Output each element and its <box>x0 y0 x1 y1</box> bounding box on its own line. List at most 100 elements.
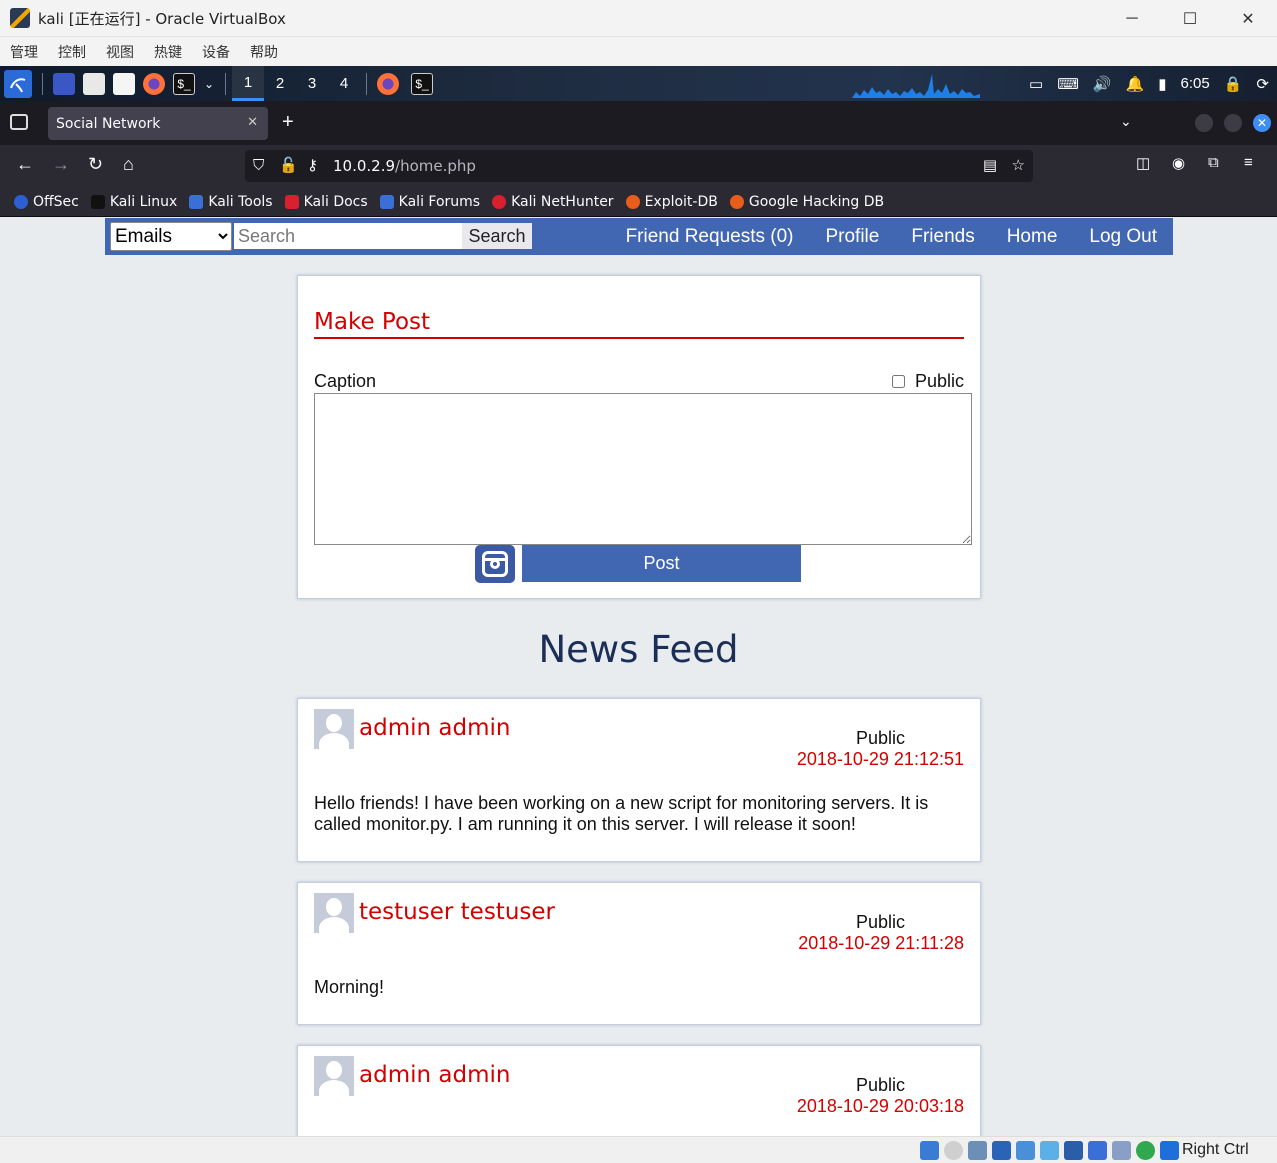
lock-screen-icon[interactable]: 🔒 <box>1224 75 1243 93</box>
pocket-icon[interactable]: ◫ <box>1136 154 1150 172</box>
reader-view-icon[interactable]: ▤ <box>983 156 997 174</box>
search-type-select[interactable]: Emails <box>110 222 232 251</box>
menu-control[interactable]: 控制 <box>58 42 86 62</box>
avatar[interactable] <box>314 709 354 749</box>
network-icon[interactable] <box>992 1141 1011 1160</box>
url-bar[interactable]: ⛉ 🔓 ⚷ 10.0.2.9 /home.php ▤ ☆ <box>245 150 1033 182</box>
bookmark-kali-forums[interactable]: Kali Forums <box>379 193 481 210</box>
list-all-tabs-icon[interactable] <box>10 114 28 130</box>
audio-icon[interactable] <box>968 1141 987 1160</box>
workspace-3[interactable]: 3 <box>296 66 328 101</box>
terminal-window-icon[interactable]: $_ <box>411 72 433 95</box>
search-input[interactable] <box>234 223 462 249</box>
bookmark-star-icon[interactable]: ☆ <box>1012 156 1025 174</box>
minimize-button[interactable]: ─ <box>1103 0 1161 37</box>
workspace-4[interactable]: 4 <box>328 66 360 101</box>
post-privacy: Public <box>856 1075 906 1095</box>
workspace-2[interactable]: 2 <box>264 66 296 101</box>
back-icon[interactable]: ← <box>16 154 34 175</box>
hamburger-menu-icon[interactable]: ≡ <box>1244 154 1253 171</box>
post-author[interactable]: admin admin <box>359 715 510 741</box>
post-author[interactable]: testuser testuser <box>359 899 555 925</box>
bookmark-label: OffSec <box>33 193 79 210</box>
browser-minimize-button[interactable] <box>1195 114 1213 132</box>
chevron-down-icon[interactable]: ⌄ <box>203 73 215 95</box>
optical-drive-icon[interactable] <box>944 1141 963 1160</box>
menu-devices[interactable]: 设备 <box>202 42 230 62</box>
bookmark-kali-docs[interactable]: Kali Docs <box>284 194 368 210</box>
new-tab-button[interactable]: + <box>282 111 294 134</box>
public-option[interactable]: Public <box>891 371 964 392</box>
menu-hotkeys[interactable]: 热键 <box>154 42 182 62</box>
tab-close-icon[interactable]: ✕ <box>247 115 258 130</box>
display-icon[interactable]: ▭ <box>1029 75 1043 93</box>
nav-friend-requests[interactable]: Friend Requests (0) <box>626 226 794 248</box>
caption-textarea[interactable] <box>314 393 972 545</box>
extensions-icon[interactable]: ⧉ <box>1208 154 1219 171</box>
terminal-launcher-icon[interactable]: $_ <box>173 72 195 95</box>
maximize-button[interactable]: ☐ <box>1161 0 1219 37</box>
search-button[interactable]: Search <box>462 223 532 249</box>
firefox-launcher-icon[interactable] <box>143 72 165 95</box>
forward-icon[interactable]: → <box>52 154 70 175</box>
menu-manage[interactable]: 管理 <box>10 42 38 62</box>
bookmark-kali-linux[interactable]: Kali Linux <box>90 193 178 210</box>
browser-tab-strip: Social Network ✕ + ⌄ ✕ <box>0 101 1277 145</box>
make-post-card: Make Post Caption Public Post <box>297 275 981 599</box>
kali-menu-icon[interactable] <box>4 69 32 98</box>
nav-log-out[interactable]: Log Out <box>1089 226 1157 248</box>
bookmark-kali-tools[interactable]: Kali Tools <box>189 194 273 210</box>
volume-icon[interactable]: 🔊 <box>1093 75 1112 93</box>
keyboard-icon[interactable]: ⌨ <box>1057 75 1079 93</box>
nav-friends[interactable]: Friends <box>911 226 974 248</box>
menu-help[interactable]: 帮助 <box>250 42 278 62</box>
clock[interactable]: 6:05 <box>1181 75 1210 92</box>
host-key-label[interactable]: Right Ctrl <box>1182 1141 1249 1159</box>
panel-separator <box>42 72 43 95</box>
power-icon[interactable]: ⟳ <box>1256 75 1269 93</box>
workspace-1[interactable]: 1 <box>232 66 264 101</box>
tab-overflow-chevron-icon[interactable]: ⌄ <box>1120 113 1132 130</box>
bookmark-exploit-db[interactable]: Exploit-DB <box>625 194 718 210</box>
mouse-integration-icon[interactable] <box>1160 1141 1179 1160</box>
bookmark-label: Kali NetHunter <box>511 193 614 210</box>
firefox-window-icon[interactable] <box>377 72 399 95</box>
text-editor-icon[interactable] <box>113 72 135 95</box>
tab-social-network[interactable]: Social Network ✕ <box>48 107 268 140</box>
close-button[interactable]: ✕ <box>1219 0 1277 37</box>
display-icon[interactable] <box>1064 1141 1083 1160</box>
video-capture-icon[interactable] <box>1088 1141 1107 1160</box>
bookmark-label: Kali Forums <box>398 193 481 210</box>
menu-view[interactable]: 视图 <box>106 42 134 62</box>
usb-icon[interactable] <box>1016 1141 1035 1160</box>
public-checkbox[interactable] <box>891 375 905 388</box>
bookmark-label: Kali Linux <box>109 193 178 210</box>
show-desktop-icon[interactable] <box>53 72 75 95</box>
shared-folders-icon[interactable] <box>1040 1141 1059 1160</box>
notification-bell-icon[interactable]: 🔔 <box>1126 75 1145 93</box>
key-icon[interactable]: ⚷ <box>307 156 318 174</box>
window-title: kali [正在运行] - Oracle VirtualBox <box>38 9 286 28</box>
nav-profile[interactable]: Profile <box>825 226 879 248</box>
image-upload-icon[interactable] <box>475 545 515 583</box>
reload-icon[interactable]: ↻ <box>88 154 103 175</box>
browser-close-button[interactable]: ✕ <box>1253 114 1271 132</box>
shield-icon[interactable]: ⛉ <box>253 156 264 174</box>
bookmark-google-hacking-db[interactable]: Google Hacking DB <box>729 194 884 210</box>
title-underline <box>314 337 964 339</box>
nav-home[interactable]: Home <box>1007 226 1058 248</box>
post-author[interactable]: admin admin <box>359 1062 510 1088</box>
insecure-lock-icon[interactable]: 🔓 <box>279 156 298 174</box>
bookmark-kali-nethunter[interactable]: Kali NetHunter <box>492 193 614 210</box>
home-icon[interactable]: ⌂ <box>123 154 134 175</box>
bookmark-offsec[interactable]: OffSec <box>14 194 79 210</box>
file-manager-icon[interactable] <box>83 72 105 95</box>
avatar[interactable] <box>314 893 354 933</box>
browser-maximize-button[interactable] <box>1224 114 1242 132</box>
guest-additions-icon <box>1136 1141 1155 1160</box>
kali-docs-icon <box>284 194 299 209</box>
account-icon[interactable]: ◉ <box>1172 154 1185 172</box>
post-button[interactable]: Post <box>522 545 801 582</box>
avatar[interactable] <box>314 1056 354 1096</box>
hard-disk-icon[interactable] <box>920 1141 939 1160</box>
